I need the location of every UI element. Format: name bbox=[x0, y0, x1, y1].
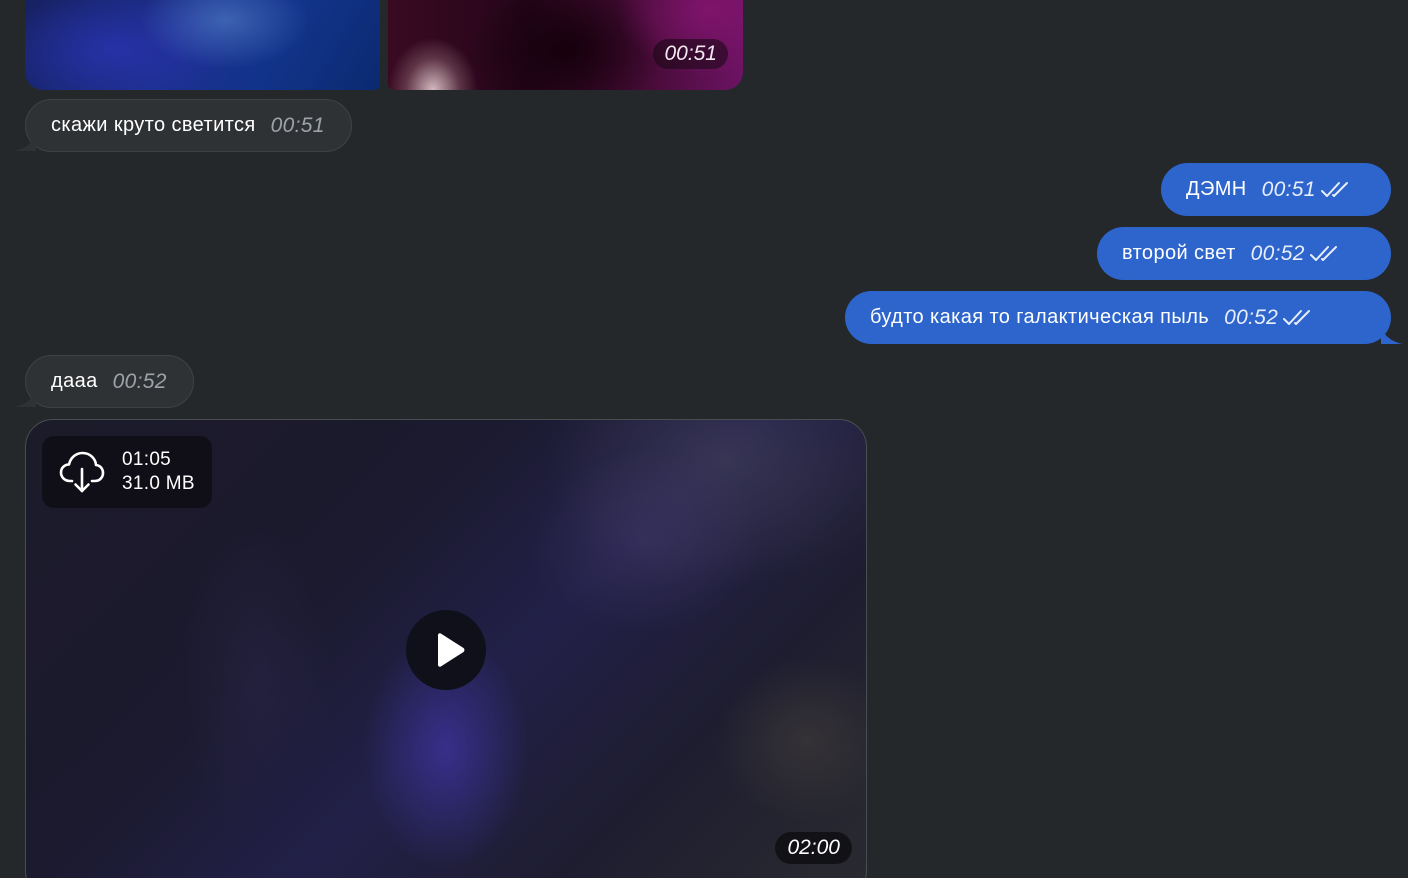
video-message[interactable]: 01:05 31.0 MB 02:00 bbox=[25, 419, 867, 878]
message-time: 00:51 bbox=[270, 113, 325, 137]
outgoing-message[interactable]: будто какая то галактическая пыль 00:52 bbox=[845, 291, 1403, 344]
video-file-size: 31.0 MB bbox=[122, 473, 195, 494]
incoming-message[interactable]: скажи круто светится 00:51 bbox=[14, 99, 352, 152]
message-text: второй свет bbox=[1122, 242, 1236, 264]
incoming-message[interactable]: дааа 00:52 bbox=[14, 355, 194, 408]
outgoing-message[interactable]: ДЭМН 00:51 bbox=[1161, 163, 1391, 216]
play-button[interactable] bbox=[406, 610, 486, 690]
double-check-icon bbox=[1309, 245, 1337, 261]
message-time: 00:51 bbox=[1261, 177, 1316, 201]
message-text: ДЭМН bbox=[1186, 178, 1247, 200]
message-time: 00:52 bbox=[112, 369, 167, 393]
message-text: дааа bbox=[51, 370, 98, 392]
photo-timestamp: 00:51 bbox=[653, 39, 728, 69]
play-icon bbox=[438, 633, 465, 667]
message-text: будто какая то галактическая пыль bbox=[870, 306, 1210, 328]
message-text: скажи круто светится bbox=[51, 114, 256, 136]
message-time: 00:52 bbox=[1224, 305, 1279, 329]
outgoing-message[interactable]: второй свет 00:52 bbox=[1097, 227, 1391, 280]
video-timestamp: 02:00 bbox=[775, 832, 852, 864]
video-duration: 01:05 bbox=[122, 449, 172, 470]
photo-thumbnail[interactable]: 00:51 bbox=[388, 0, 743, 90]
bubble-tail bbox=[14, 132, 36, 151]
photo-thumbnail[interactable] bbox=[25, 0, 380, 90]
cloud-download-icon bbox=[59, 451, 105, 493]
bubble-tail bbox=[14, 388, 36, 407]
download-button[interactable]: 01:05 31.0 MB bbox=[42, 436, 212, 508]
bubble-tail bbox=[1381, 325, 1403, 344]
double-check-icon bbox=[1320, 181, 1348, 197]
message-time: 00:52 bbox=[1250, 241, 1305, 265]
double-check-icon bbox=[1283, 309, 1311, 325]
chat-history: 00:51 скажи круто светится 00:51 ДЭМН 00… bbox=[0, 0, 1408, 878]
